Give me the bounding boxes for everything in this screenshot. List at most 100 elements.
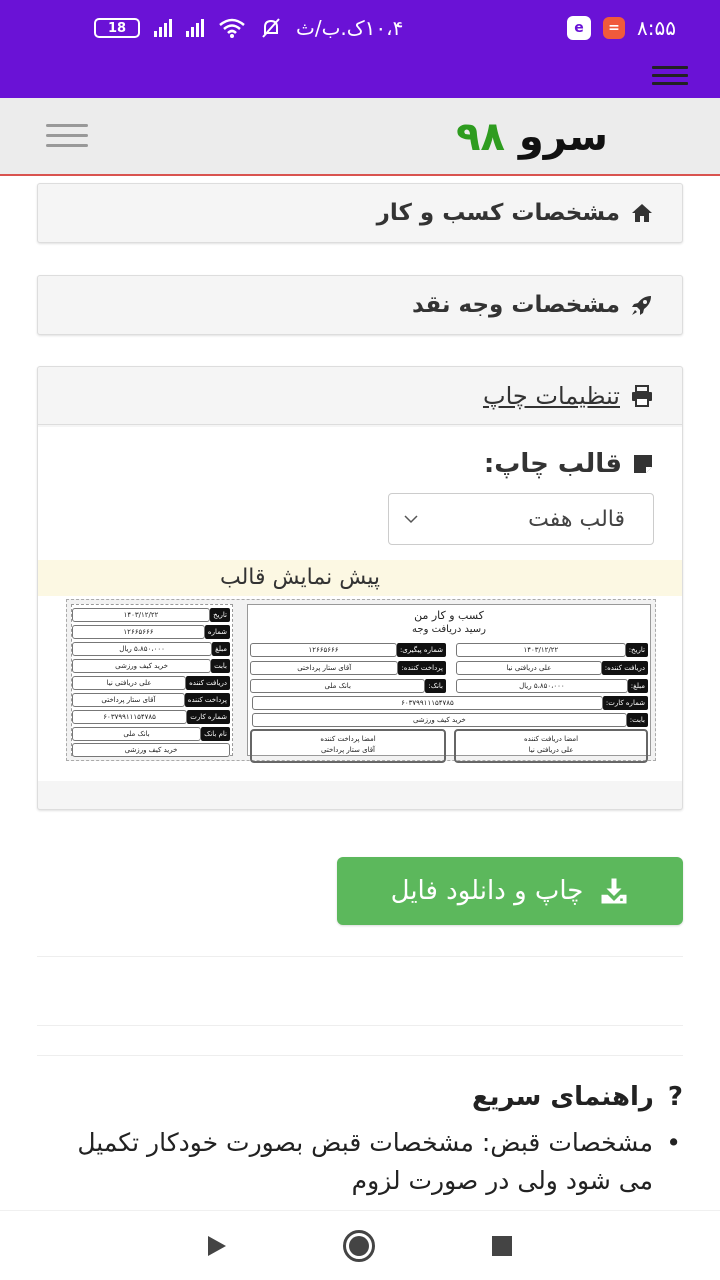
printer-icon: [632, 384, 652, 407]
panel-business-title: مشخصات کسب و کار: [376, 200, 620, 226]
sign-receiver-label: امضا دریافت کننده: [523, 735, 579, 743]
receipt-label-amount: مبلغ:: [627, 679, 648, 693]
receipt-row-amount: مبلغ: ۵،۸۵۰،۰۰۰ ریال: [456, 679, 648, 693]
app-e-icon: e: [567, 16, 592, 40]
preview-label: پیش نمایش قالب: [219, 565, 381, 590]
divider-3: [37, 1055, 683, 1056]
stub-label-bank: نام بانک: [201, 727, 230, 741]
receipt-title: کسب و کار من: [414, 609, 484, 622]
stub-row-for: بابت خرید کیف ورزشی: [72, 659, 230, 673]
download-icon: [601, 878, 627, 904]
site-logo[interactable]: سرو ۹۸: [456, 114, 608, 160]
panel-cash-header[interactable]: مشخصات وجه نقد: [38, 276, 682, 334]
home-icon: [632, 204, 652, 222]
receipt-row-card: شماره کارت: ۶۰۳۷۹۹۱۱۱۵۴۷۸۵: [252, 696, 648, 710]
app-notification-icon: =: [603, 17, 626, 39]
status-right: e = ۸:۵۵: [567, 16, 676, 40]
stub-label-card: شماره کارت: [187, 710, 230, 724]
receipt-label-card: شماره کارت:: [602, 696, 648, 710]
app-bar: [0, 56, 720, 98]
receipt-row-for: بابت: خرید کیف ورزشی: [252, 713, 648, 727]
stub-label-number: شماره: [204, 625, 230, 639]
signal-icon: [154, 19, 172, 37]
sign-payer-label: امضا پرداخت کننده: [320, 735, 376, 743]
stub-row-payer: پرداخت کننده آقای ستار پرداختی: [72, 693, 230, 707]
home-button-icon[interactable]: [342, 1229, 375, 1262]
quick-guide-title: ? راهنمای سریع: [63, 1082, 683, 1112]
logo-number: ۹۸: [456, 114, 505, 160]
stub-row-bank: نام بانک بانک ملی: [72, 727, 230, 741]
stub-row-for-2: خرید کیف ورزشی: [72, 743, 230, 757]
template-select[interactable]: قالب هفت: [388, 493, 654, 545]
receipt-subtitle: رسید دریافت وجه: [412, 624, 486, 635]
panel-print-header[interactable]: تنظیمات چاپ: [38, 367, 682, 425]
nav-toggle-icon[interactable]: [46, 124, 88, 154]
receipt-value-amount: ۵،۸۵۰،۰۰۰ ریال: [456, 679, 628, 693]
panel-cash[interactable]: مشخصات وجه نقد: [37, 275, 683, 335]
stub-label-payer: پرداخت کننده: [184, 693, 230, 707]
receipt-sign-receiver: امضا دریافت کننده علی دریافتی نیا: [454, 729, 648, 763]
print-download-label: چاپ و دانلود فایل: [390, 876, 584, 906]
logo-word: سرو: [518, 114, 608, 160]
stub-row-card: شماره کارت ۶۰۳۷۹۹۱۱۱۵۴۷۸۵: [72, 710, 230, 724]
stub-label-for: بابت: [211, 659, 230, 673]
quick-guide: ? راهنمای سریع مشخصات قبض: مشخصات قبض بص…: [63, 1082, 683, 1200]
receipt-value-bank: بانک ملی: [250, 679, 426, 693]
stub-value-for-2: خرید کیف ورزشی: [72, 743, 230, 757]
receipt-value-card: ۶۰۳۷۹۹۱۱۱۵۴۷۸۵: [252, 696, 603, 710]
question-icon: ?: [667, 1082, 683, 1112]
chevron-down-icon: [404, 515, 418, 524]
receipt-row-date: تاریخ: ۱۴۰۳/۱۲/۲۲: [456, 643, 648, 657]
stub-label-date: تاریخ: [210, 608, 230, 622]
receipt-label-for: بابت:: [626, 713, 648, 727]
status-bar: 18 ۱۰،۴ک.ب/ث e = ۸:۵۵: [0, 0, 720, 56]
network-speed: ۱۰،۴ک.ب/ث: [296, 16, 404, 40]
template-label-text: قالب چاپ:: [483, 449, 622, 479]
sign-receiver-name: علی دریافتی نیا: [528, 746, 574, 754]
panel-print-settings: تنظیمات چاپ قالب چاپ: قالب هفت پیش نمایش…: [37, 366, 683, 810]
receipt-value-for: خرید کیف ورزشی: [252, 713, 627, 727]
stub-label-receiver: دریافت کننده: [186, 676, 230, 690]
receipt-stub: تاریخ ۱۴۰۳/۱۲/۲۲ شماره ۱۲۶۶۵۶۶۶ مبلغ ۵،۸…: [71, 604, 233, 757]
back-icon[interactable]: [208, 1235, 227, 1256]
clock: ۸:۵۵: [637, 16, 676, 40]
receipt-value-receiver: علی دریافتی نیا: [456, 661, 602, 675]
template-select-value: قالب هفت: [528, 506, 625, 532]
preview-bar: پیش نمایش قالب: [38, 560, 682, 596]
recent-apps-icon[interactable]: [491, 1235, 512, 1256]
stub-row-date: تاریخ ۱۴۰۳/۱۲/۲۲: [72, 608, 230, 622]
stub-value-amount: ۵،۸۵۰،۰۰۰ ریال: [72, 642, 213, 656]
stub-row-number: شماره ۱۲۶۶۵۶۶۶: [72, 625, 230, 639]
print-download-button[interactable]: چاپ و دانلود فایل: [337, 857, 683, 925]
stub-value-number: ۱۲۶۶۵۶۶۶: [72, 625, 205, 639]
receipt-label-tracking: شماره پیگیری:: [396, 643, 446, 657]
receipt-label-date: تاریخ:: [625, 643, 648, 657]
stub-value-for: خرید کیف ورزشی: [72, 659, 212, 673]
rocket-icon: [632, 296, 651, 315]
signal-icon-2: [186, 19, 204, 37]
quick-guide-title-text: راهنمای سریع: [472, 1082, 654, 1112]
system-nav-bar: [0, 1210, 720, 1280]
stub-value-card: ۶۰۳۷۹۹۱۱۱۵۴۷۸۵: [72, 710, 188, 724]
menu-icon[interactable]: [652, 66, 688, 90]
stub-label-amount: مبلغ: [212, 642, 230, 656]
receipt-row-tracking: شماره پیگیری: ۱۲۶۶۵۶۶۶: [250, 643, 446, 657]
panel-business-header[interactable]: مشخصات کسب و کار: [38, 184, 682, 242]
stub-value-bank: بانک ملی: [72, 727, 202, 741]
panel-business[interactable]: مشخصات کسب و کار: [37, 183, 683, 243]
stub-row-receiver: دریافت کننده علی دریافتی نیا: [72, 676, 230, 690]
site-header: سرو ۹۸: [0, 98, 720, 176]
panel-print-title: تنظیمات چاپ: [482, 381, 620, 410]
status-left: 18 ۱۰،۴ک.ب/ث: [94, 16, 403, 40]
battery-level: 18: [107, 20, 127, 36]
receipt-row-bank: بانک: بانک ملی: [250, 679, 446, 693]
sticky-note-icon: [634, 455, 652, 473]
panel-cash-title: مشخصات وجه نقد: [412, 292, 620, 318]
template-label: قالب چاپ:: [484, 449, 654, 479]
divider-1: [37, 956, 683, 957]
receipt-value-tracking: ۱۲۶۶۵۶۶۶: [250, 643, 397, 657]
stub-value-payer: آقای ستار پرداختی: [72, 693, 185, 707]
receipt-main: کسب و کار من رسید دریافت وجه تاریخ: ۱۴۰۳…: [247, 604, 651, 763]
print-settings-body: قالب چاپ: قالب هفت پیش نمایش قالب کسب و …: [38, 427, 682, 781]
receipt-preview: کسب و کار من رسید دریافت وجه تاریخ: ۱۴۰۳…: [66, 599, 656, 763]
